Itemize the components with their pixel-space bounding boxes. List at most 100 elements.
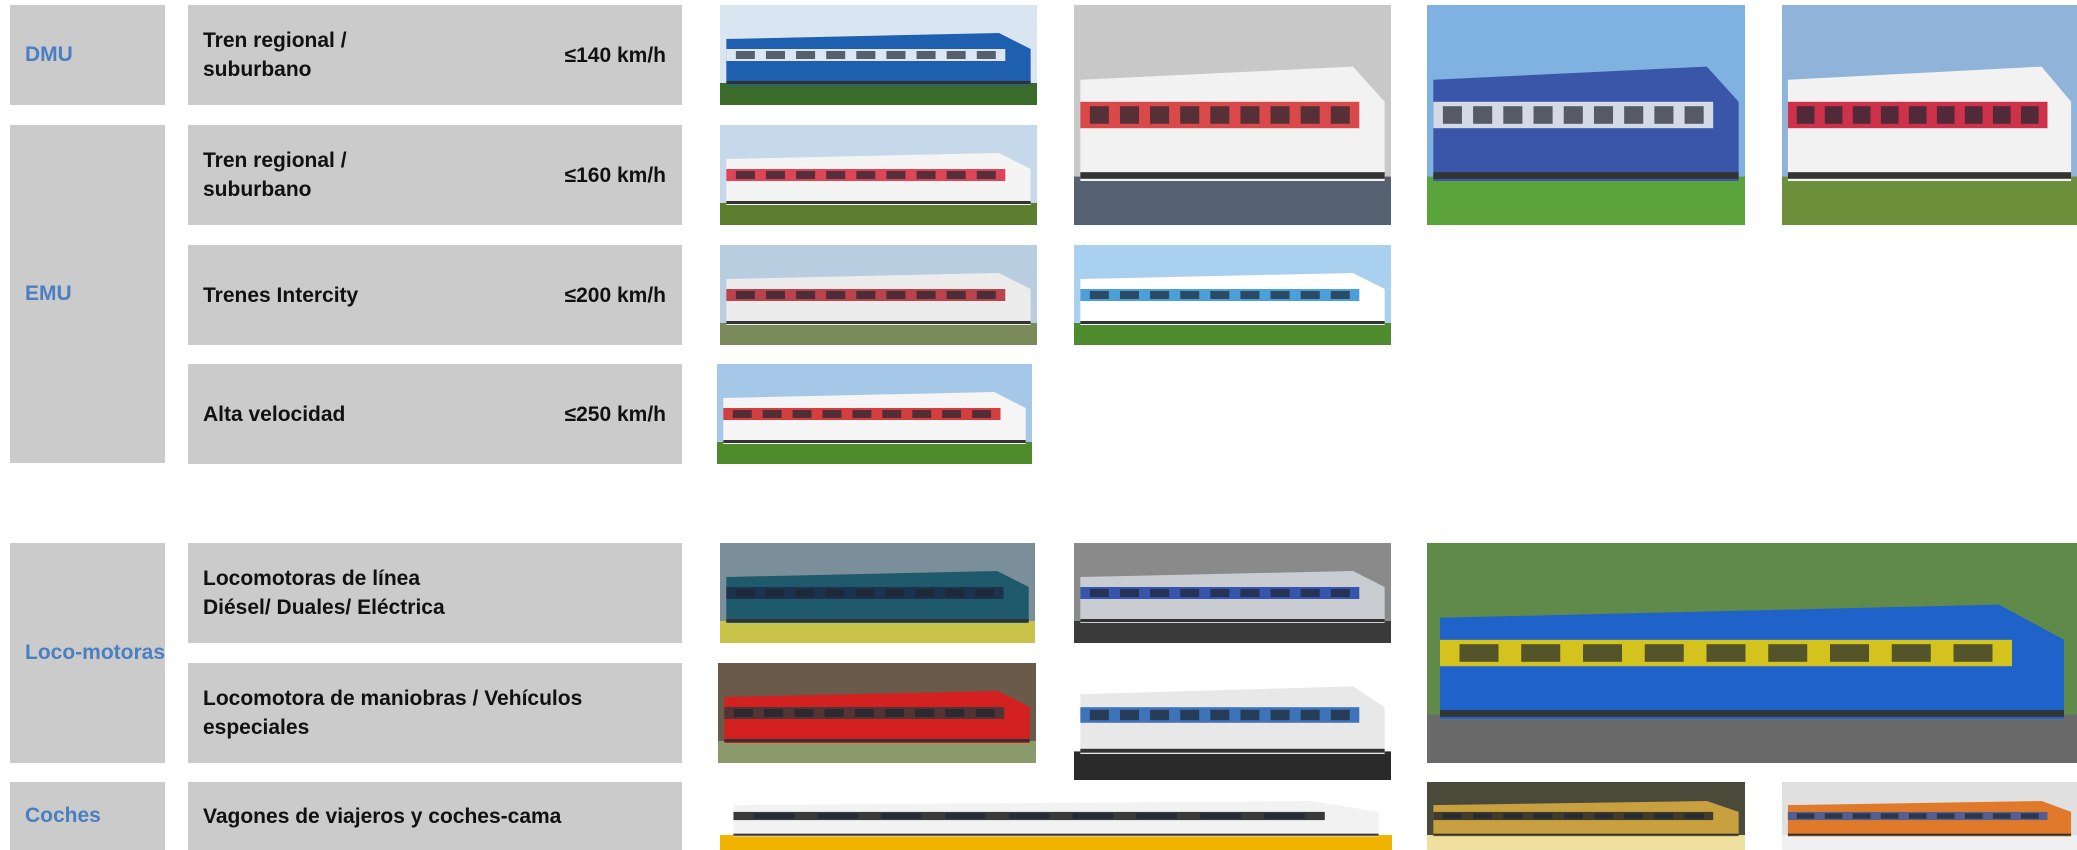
photo-shunting-large: blue and yellow MRS electric shunting lo… xyxy=(1427,543,2077,763)
train-window xyxy=(795,589,815,597)
train-window xyxy=(735,51,755,59)
photo-illustration: gold panoramic coach xyxy=(1427,782,1745,850)
train-window xyxy=(916,171,936,179)
train-window xyxy=(2020,813,2039,819)
category-dmu: DMU xyxy=(10,5,165,105)
train-window xyxy=(1240,589,1260,597)
row-speed: ≤250 km/h xyxy=(564,402,666,426)
train-window xyxy=(1852,106,1871,124)
photo-high-speed-1: white and red high-speed train xyxy=(717,364,1032,464)
row-speed: ≤200 km/h xyxy=(564,283,666,307)
train-window xyxy=(1964,813,1983,819)
train-window xyxy=(826,51,846,59)
train-window xyxy=(1908,813,1927,819)
row-regional-160: Tren regional / suburbano ≤160 km/h xyxy=(188,125,682,225)
train-underframe xyxy=(724,739,1030,742)
train-underframe xyxy=(1080,321,1385,324)
train-window xyxy=(1644,644,1684,662)
train-window xyxy=(856,171,876,179)
train-window xyxy=(1768,644,1808,662)
photo-dmu-1: blue and white regional DMU train xyxy=(720,5,1037,105)
train-window xyxy=(1136,813,1177,819)
train-window xyxy=(855,589,875,597)
row-label: Locomotora de maniobras / Vehículos espe… xyxy=(203,687,583,739)
row-passenger-coaches: Vagones de viajeros y coches-cama xyxy=(188,782,682,850)
row-label: Vagones de viajeros y coches-cama xyxy=(203,804,562,828)
train-window xyxy=(1624,813,1644,819)
train-window xyxy=(1908,106,1927,124)
photo-ground xyxy=(717,442,1032,464)
photo-emu-regional-4: white and red zb regional EMU in mountai… xyxy=(1782,5,2077,225)
train-window xyxy=(1264,813,1305,819)
train-window xyxy=(732,410,752,418)
train-window xyxy=(975,589,995,597)
photo-coaches-3: white and orange coach with people xyxy=(1782,782,2077,850)
photo-ground xyxy=(1427,835,1745,850)
train-window xyxy=(882,410,902,418)
train-window xyxy=(1180,709,1200,721)
train-window xyxy=(1459,644,1499,662)
train-window xyxy=(1270,291,1290,299)
train-window xyxy=(822,410,842,418)
photo-ground xyxy=(718,741,1036,763)
train-underframe xyxy=(726,321,1031,324)
train-window xyxy=(1796,106,1815,124)
train-window xyxy=(1240,106,1260,124)
train-window xyxy=(1953,644,1993,662)
train-window xyxy=(1473,106,1493,124)
train-window xyxy=(1880,813,1899,819)
train-window xyxy=(1200,813,1241,819)
train-window xyxy=(1119,589,1139,597)
train-window xyxy=(1654,106,1674,124)
train-window xyxy=(975,709,995,717)
train-window xyxy=(945,813,986,819)
train-window xyxy=(1180,106,1200,124)
train-window xyxy=(765,51,785,59)
train-window xyxy=(735,589,755,597)
train-window xyxy=(762,410,782,418)
train-window xyxy=(1270,106,1290,124)
photo-intercity-2: white and blue double-deck intercity tra… xyxy=(1074,245,1391,345)
train-window xyxy=(1830,644,1869,662)
train-window xyxy=(1240,709,1260,721)
train-window xyxy=(1072,813,1114,819)
photo-coaches-1: white passenger coaches with dark window… xyxy=(720,782,1392,850)
train-window xyxy=(1330,106,1350,124)
train-window xyxy=(1150,709,1170,721)
train-window xyxy=(794,709,814,717)
photo-line-loco-2: grey and blue line locomotive xyxy=(1074,543,1391,643)
train-window xyxy=(1008,813,1050,819)
train-window xyxy=(1210,709,1230,721)
photo-illustration: grey and blue line locomotive xyxy=(1074,543,1391,643)
train-window xyxy=(1684,813,1704,819)
photo-illustration: white and red high-speed train xyxy=(717,364,1032,464)
train-window xyxy=(976,51,996,59)
train-window xyxy=(946,171,966,179)
train-window xyxy=(881,813,922,819)
train-window xyxy=(1210,589,1230,597)
row-high-speed: Alta velocidad ≤250 km/h xyxy=(188,364,682,464)
row-line-locomotives: Locomotoras de línea Diésel/ Duales/ Elé… xyxy=(188,543,682,643)
train-window xyxy=(1936,813,1955,819)
train-window xyxy=(976,291,996,299)
train-underframe xyxy=(723,440,1026,443)
train-window xyxy=(1330,291,1350,299)
train-window xyxy=(1240,291,1260,299)
train-window xyxy=(1624,106,1644,124)
train-window xyxy=(765,589,785,597)
train-window xyxy=(826,171,846,179)
photo-ground xyxy=(720,203,1037,225)
train-underframe xyxy=(1080,619,1385,622)
photo-ground xyxy=(1782,176,2077,225)
train-window xyxy=(1150,589,1170,597)
train-underframe xyxy=(1080,748,1385,753)
photo-emu-regional-3: blue, white and green regional EMU xyxy=(1427,5,1745,225)
train-window xyxy=(1824,813,1843,819)
category-coches-label: Coches xyxy=(25,804,101,827)
photo-ground xyxy=(1427,176,1745,225)
photo-ground xyxy=(720,83,1037,105)
train-window xyxy=(1119,709,1139,721)
row-label: Tren regional / suburbano xyxy=(203,29,347,81)
row-label: Locomotoras de línea Diésel/ Duales/ Elé… xyxy=(203,567,445,619)
photo-ground xyxy=(720,835,1392,850)
